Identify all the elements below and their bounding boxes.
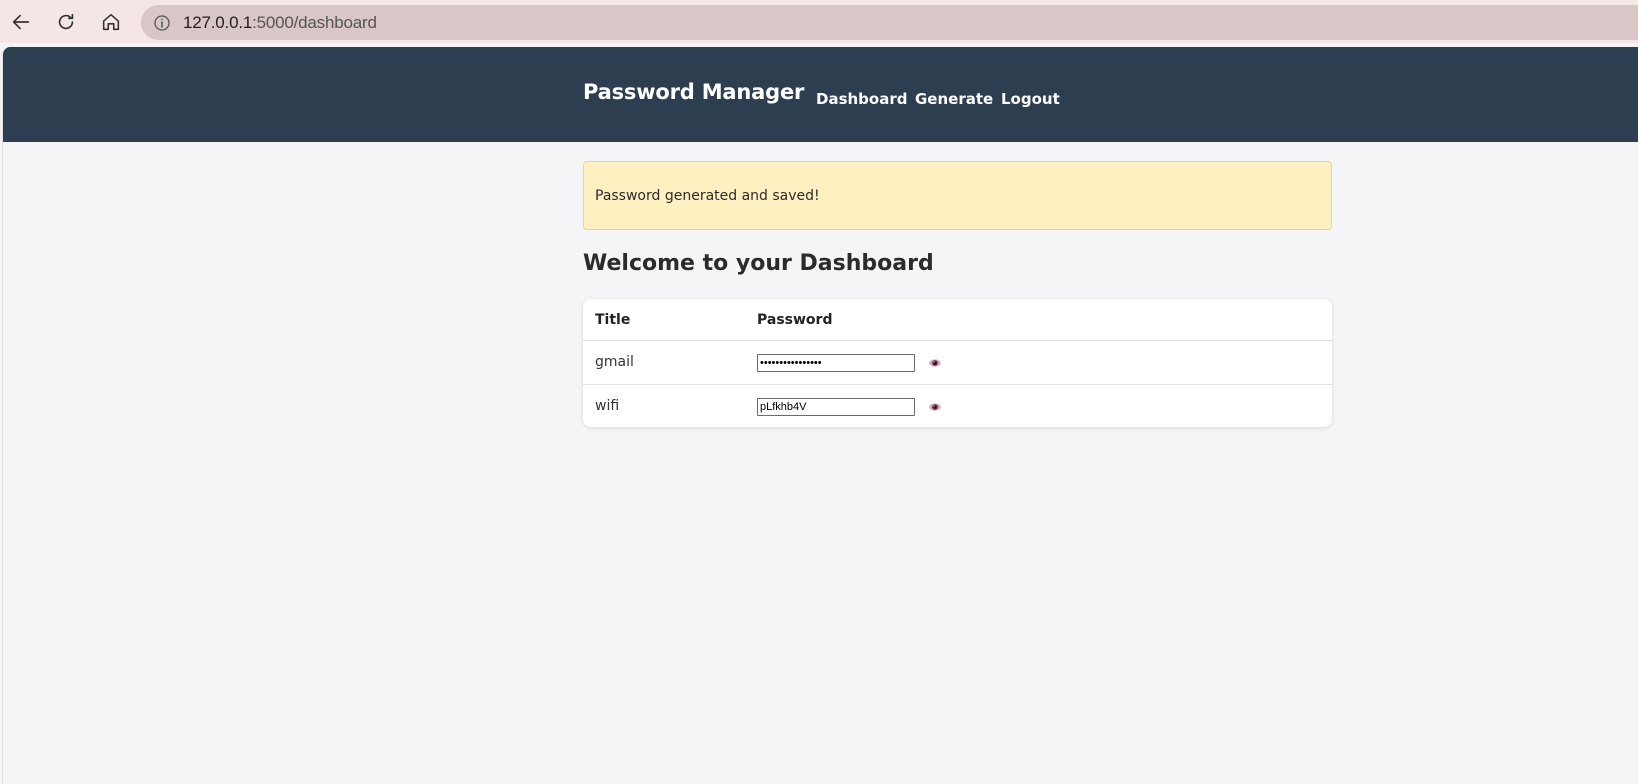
row-title: gmail — [595, 354, 634, 370]
brand-title[interactable]: Password Manager — [583, 80, 804, 104]
reload-icon[interactable] — [52, 8, 80, 36]
table-row: wifi — [583, 385, 1332, 427]
browser-toolbar: 127.0.0.1:5000/dashboard — [0, 0, 1638, 43]
password-field[interactable] — [757, 398, 915, 416]
eye-icon[interactable] — [927, 399, 943, 415]
column-header-password: Password — [757, 312, 833, 328]
column-header-title: Title — [595, 312, 631, 328]
table-header-row: Title Password — [583, 299, 1332, 341]
url-host: 127.0.0.1 — [183, 12, 253, 32]
eye-icon[interactable] — [927, 355, 943, 371]
page-title: Welcome to your Dashboard — [583, 251, 934, 276]
url-text[interactable]: 127.0.0.1:5000/dashboard — [183, 13, 377, 33]
alert-message: Password generated and saved! — [595, 188, 820, 204]
page-viewport: Password Manager Dashboard Generate Logo… — [2, 47, 1638, 784]
table-row: gmail — [583, 341, 1332, 385]
back-arrow-icon[interactable] — [7, 8, 35, 36]
nav-link-generate[interactable]: Generate — [915, 90, 993, 108]
url-path: :5000/dashboard — [252, 12, 377, 32]
nav-link-logout[interactable]: Logout — [1001, 90, 1060, 108]
row-title: wifi — [595, 398, 620, 414]
info-icon[interactable] — [153, 14, 171, 32]
flash-alert: Password generated and saved! — [583, 161, 1332, 230]
password-field[interactable] — [757, 354, 915, 372]
navbar: Password Manager Dashboard Generate Logo… — [3, 47, 1638, 142]
passwords-table: Title Password gmail wifi — [583, 299, 1332, 427]
address-bar[interactable]: 127.0.0.1:5000/dashboard — [141, 5, 1638, 40]
home-icon[interactable] — [97, 8, 125, 36]
nav-link-dashboard[interactable]: Dashboard — [816, 90, 907, 108]
